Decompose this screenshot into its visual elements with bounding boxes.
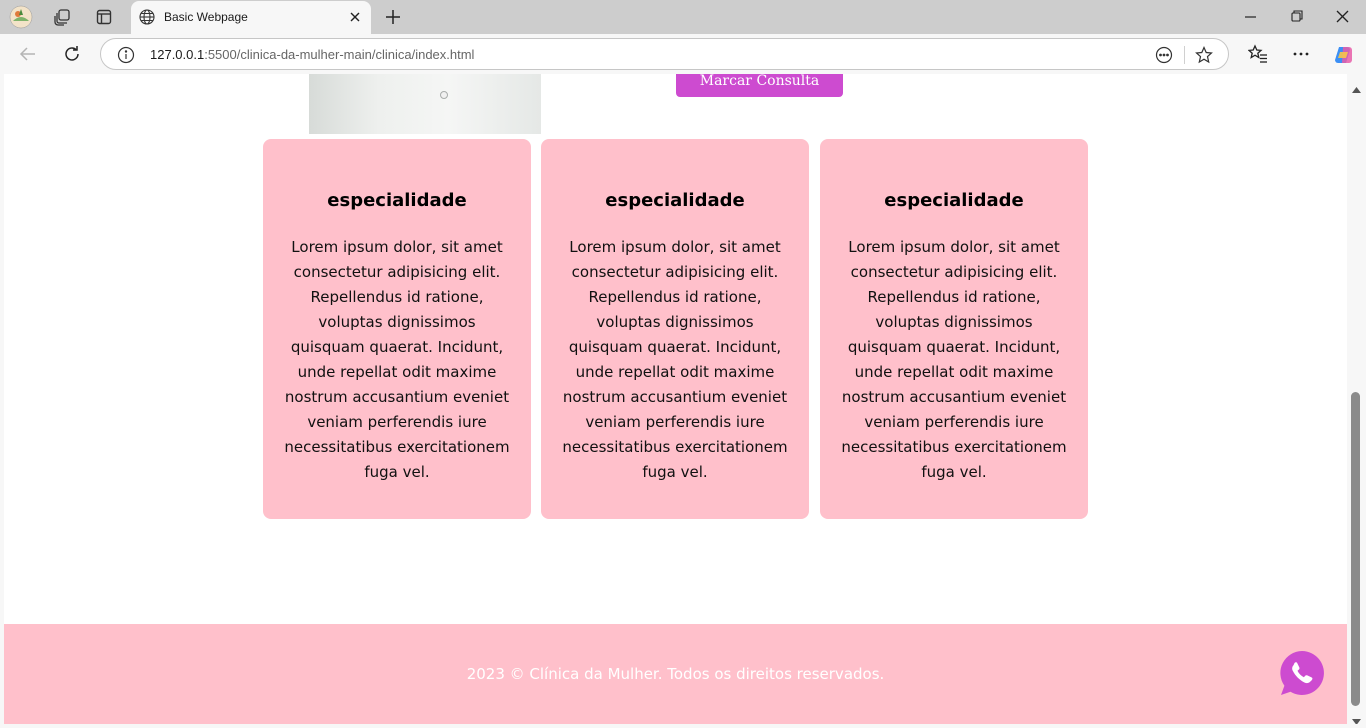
window-bottom-edge <box>0 724 1366 728</box>
card-title: especialidade <box>327 190 467 211</box>
url-text[interactable]: 127.0.0.1:5500/clinica-da-mulher-main/cl… <box>150 47 474 62</box>
navigation-bar: 127.0.0.1:5500/clinica-da-mulher-main/cl… <box>0 34 1366 74</box>
whatsapp-icon[interactable] <box>1278 649 1326 697</box>
card-title: especialidade <box>884 190 1024 211</box>
page-footer: 2023 © Clínica da Mulher. Todos os direi… <box>4 624 1347 724</box>
footer-copyright: 2023 © Clínica da Mulher. Todos os direi… <box>466 665 885 683</box>
back-arrow-icon[interactable] <box>18 44 38 64</box>
read-aloud-icon[interactable] <box>1155 46 1173 68</box>
tab-title: Basic Webpage <box>164 10 248 24</box>
scroll-up-arrow-icon[interactable] <box>1352 78 1361 97</box>
reload-icon[interactable] <box>62 44 82 64</box>
tab-strip: Basic Webpage <box>0 0 1366 34</box>
specialty-card: especialidade Lorem ipsum dolor, sit ame… <box>820 139 1088 519</box>
workspaces-icon[interactable] <box>49 5 75 29</box>
minimize-icon[interactable] <box>1241 6 1261 28</box>
address-bar[interactable]: 127.0.0.1:5500/clinica-da-mulher-main/cl… <box>100 38 1229 70</box>
url-host: 127.0.0.1 <box>150 47 205 62</box>
profile-avatar-icon[interactable] <box>8 5 34 29</box>
doctor-photo <box>309 74 541 134</box>
scroll-thumb[interactable] <box>1351 392 1360 706</box>
active-tab[interactable]: Basic Webpage <box>131 1 371 34</box>
card-text: Lorem ipsum dolor, sit amet consectetur … <box>284 238 510 481</box>
restore-icon[interactable] <box>1287 6 1307 28</box>
specialty-card: especialidade Lorem ipsum dolor, sit ame… <box>541 139 809 519</box>
card-text: Lorem ipsum dolor, sit amet consectetur … <box>562 238 788 481</box>
window-close-icon[interactable] <box>1333 6 1353 28</box>
favorites-list-icon[interactable] <box>1247 44 1268 64</box>
more-icon[interactable] <box>1291 44 1311 64</box>
tab-actions-icon[interactable] <box>91 5 117 29</box>
specialty-card: especialidade Lorem ipsum dolor, sit ame… <box>263 139 531 519</box>
card-title: especialidade <box>605 190 745 211</box>
card-text: Lorem ipsum dolor, sit amet consectetur … <box>841 238 1067 481</box>
close-icon[interactable] <box>347 9 363 25</box>
plus-icon[interactable] <box>381 5 405 29</box>
schedule-appointment-button[interactable]: Marcar Consulta <box>676 74 843 97</box>
url-path: :5500/clinica-da-mulher-main/clinica/ind… <box>204 47 475 62</box>
page-scrollbar[interactable] <box>1347 74 1366 725</box>
page-viewport: Marcar Consulta especialidade Lorem ipsu… <box>4 74 1347 724</box>
info-icon[interactable] <box>117 46 135 68</box>
favorite-star-icon[interactable] <box>1195 46 1213 68</box>
globe-icon <box>139 9 155 29</box>
copilot-icon[interactable] <box>1333 44 1353 64</box>
address-divider <box>1184 46 1185 64</box>
